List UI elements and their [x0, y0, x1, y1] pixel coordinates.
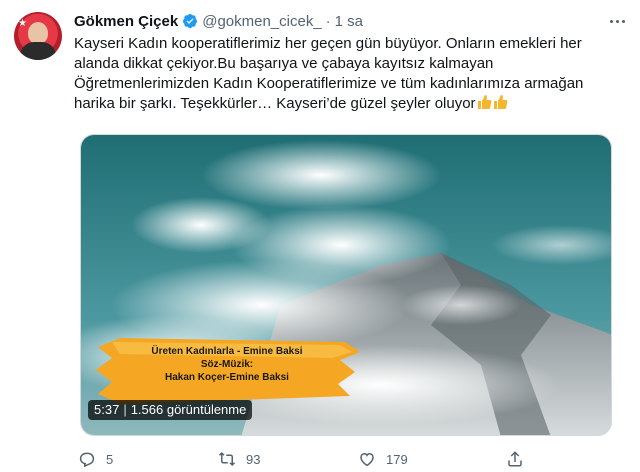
tweet-body: Kayseri Kadın kooperatiflerimiz her geçe… — [74, 35, 588, 112]
verified-badge-icon — [183, 14, 198, 29]
badge-separator: | — [123, 402, 127, 417]
heart-icon — [360, 452, 374, 467]
tweet-actions: 5 93 179 — [74, 448, 534, 470]
separator-dot: · — [325, 12, 331, 30]
tweet-text: Kayseri Kadın kooperatiflerimiz her geçe… — [74, 34, 622, 114]
more-options-icon[interactable] — [606, 12, 628, 30]
video-player[interactable] — [80, 134, 612, 436]
avatar-body — [20, 42, 56, 60]
tweet-header: Gökmen Çiçek @gokmen_cicek_ · 1 sa — [74, 11, 626, 31]
author-name[interactable]: Gökmen Çiçek — [74, 13, 178, 30]
like-button[interactable]: 179 — [358, 448, 408, 470]
caption-line-3: Hakan Koçer-Emine Baksi — [165, 372, 289, 383]
caption-line-2: Söz-Müzik: — [200, 359, 254, 370]
reply-icon — [79, 452, 95, 468]
avatar-face — [28, 22, 48, 44]
share-button[interactable] — [506, 448, 524, 470]
avatar[interactable]: ★ — [14, 12, 62, 60]
video-stats-badge: 5:37 | 1.566 görüntülenme — [88, 400, 253, 420]
author-handle[interactable]: @gokmen_cicek_ — [202, 13, 321, 30]
thumbs-up-icon — [477, 95, 491, 109]
caption-line-1: Üreten Kadınlarla - Emine Baksi — [151, 346, 303, 357]
reply-count: 5 — [106, 451, 114, 467]
retweet-count: 93 — [246, 451, 261, 467]
tweet-time[interactable]: 1 sa — [335, 13, 363, 30]
retweet-icon — [218, 451, 236, 467]
video-views: 1.566 görüntülenme — [130, 402, 247, 417]
thumbs-up-icon — [493, 95, 507, 109]
like-count: 179 — [386, 451, 408, 467]
share-icon — [508, 451, 522, 467]
video-thumbnail — [81, 135, 611, 435]
retweet-button[interactable]: 93 — [218, 448, 260, 470]
video-caption: Üreten Kadınlarla - Emine Baksi Söz-Müzi… — [117, 345, 337, 384]
reply-button[interactable]: 5 — [78, 448, 113, 470]
flag-star-icon: ★ — [18, 18, 27, 29]
video-duration: 5:37 — [94, 402, 120, 417]
